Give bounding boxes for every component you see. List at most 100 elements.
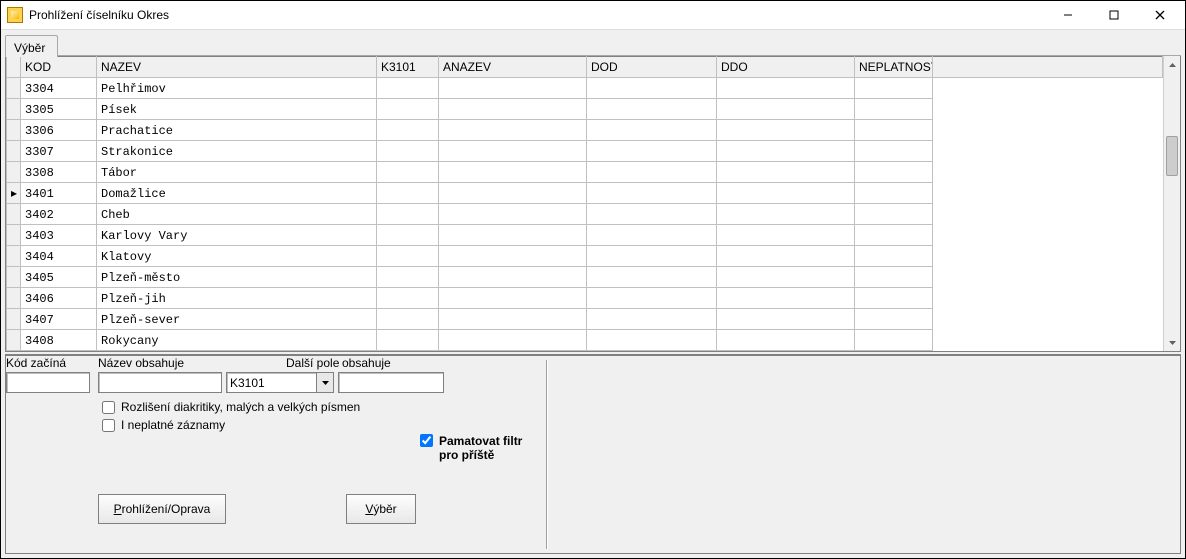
cell-neplatnost [855, 141, 933, 162]
cell-neplatnost [855, 204, 933, 225]
checkbox-pamatovat-box[interactable] [420, 434, 433, 447]
col-kod[interactable]: KOD [21, 57, 97, 78]
table-row[interactable]: 3405Plzeň-město [7, 267, 1163, 288]
table-row[interactable]: ▸3401Domažlice [7, 183, 1163, 204]
table-row[interactable]: 3404Klatovy [7, 246, 1163, 267]
cell-k3101 [377, 204, 439, 225]
close-button[interactable] [1137, 1, 1183, 29]
cell-anazev [439, 162, 587, 183]
cell-nazev: Písek [97, 99, 377, 120]
checkbox-neplatne-box[interactable] [102, 419, 115, 432]
cell-nazev: Cheb [97, 204, 377, 225]
table-row[interactable]: 3408Rokycany [7, 330, 1163, 351]
nazev-obsahuje-input[interactable] [98, 372, 222, 393]
cell-nazev: Pelhřimov [97, 78, 377, 99]
cell-k3101 [377, 78, 439, 99]
col-dod[interactable]: DOD [587, 57, 717, 78]
col-neplatnost[interactable]: NEPLATNOST [855, 57, 933, 78]
cell-neplatnost [855, 267, 933, 288]
cell-ddo [717, 225, 855, 246]
cell-neplatnost [855, 330, 933, 351]
cell-ddo [717, 330, 855, 351]
cell-k3101 [377, 183, 439, 204]
cell-ddo [717, 141, 855, 162]
cell-neplatnost [855, 162, 933, 183]
col-nazev[interactable]: NAZEV [97, 57, 377, 78]
dalsi-pole-select[interactable]: K3101 [226, 372, 334, 393]
cell-ddo [717, 309, 855, 330]
vyber-button[interactable]: Výběr [346, 494, 416, 524]
cell-anazev [439, 267, 587, 288]
row-indicator [7, 162, 21, 183]
cell-filler [933, 183, 1163, 204]
cell-nazev: Prachatice [97, 120, 377, 141]
cell-filler [933, 120, 1163, 141]
kod-zacina-input[interactable] [6, 372, 90, 393]
cell-ddo [717, 183, 855, 204]
cell-ddo [717, 99, 855, 120]
cell-nazev: Klatovy [97, 246, 377, 267]
scroll-thumb[interactable] [1166, 136, 1178, 176]
table-row[interactable]: 3305Písek [7, 99, 1163, 120]
cell-neplatnost [855, 78, 933, 99]
label-nazev-obsahuje: Název obsahuje [98, 356, 184, 370]
cell-ddo [717, 204, 855, 225]
cell-anazev [439, 204, 587, 225]
cell-neplatnost [855, 183, 933, 204]
cell-filler [933, 246, 1163, 267]
filter-panel: Kód začíná Název obsahuje Další pole obs… [5, 354, 1181, 554]
cell-nazev: Rokycany [97, 330, 377, 351]
col-ddo[interactable]: DDO [717, 57, 855, 78]
cell-kod: 3402 [21, 204, 97, 225]
cell-k3101 [377, 267, 439, 288]
table-row[interactable]: 3407Plzeň-sever [7, 309, 1163, 330]
chevron-down-icon[interactable] [316, 373, 333, 392]
col-k3101[interactable]: K3101 [377, 57, 439, 78]
obsahuje-input[interactable] [338, 372, 444, 393]
cell-anazev [439, 141, 587, 162]
checkbox-neplatne[interactable]: I neplatné záznamy [102, 418, 225, 432]
label-kod-zacina: Kód začíná [6, 356, 66, 370]
cell-dod [587, 246, 717, 267]
cell-nazev: Tábor [97, 162, 377, 183]
table-row[interactable]: 3307Strakonice [7, 141, 1163, 162]
cell-anazev [439, 183, 587, 204]
table-row[interactable]: 3402Cheb [7, 204, 1163, 225]
scroll-up-icon[interactable] [1164, 56, 1180, 73]
table-row[interactable]: 3306Prachatice [7, 120, 1163, 141]
row-indicator [7, 78, 21, 99]
vyber-label: ýběr [373, 502, 396, 516]
grid-corner [7, 57, 21, 78]
table-row[interactable]: 3308Tábor [7, 162, 1163, 183]
checkbox-diakritika[interactable]: Rozlišení diakritiky, malých a velkých p… [102, 400, 360, 414]
cell-filler [933, 330, 1163, 351]
scroll-down-icon[interactable] [1164, 334, 1180, 351]
window-title: Prohlížení číselníku Okres [29, 8, 1045, 22]
data-grid[interactable]: KOD NAZEV K3101 ANAZEV DOD DDO NEPLATNOS… [5, 56, 1181, 352]
row-indicator [7, 120, 21, 141]
cell-k3101 [377, 141, 439, 162]
cell-dod [587, 225, 717, 246]
row-indicator [7, 330, 21, 351]
prohlizeni-button[interactable]: Prohlížení/Oprava [98, 494, 226, 524]
table-row[interactable]: 3304Pelhřimov [7, 78, 1163, 99]
vertical-scrollbar[interactable] [1163, 56, 1180, 351]
checkbox-pamatovat-label: Pamatovat filtr pro příště [439, 434, 522, 462]
label-obsahuje: obsahuje [342, 356, 391, 370]
table-row[interactable]: 3406Plzeň-jih [7, 288, 1163, 309]
cell-ddo [717, 78, 855, 99]
col-anazev[interactable]: ANAZEV [439, 57, 587, 78]
cell-kod: 3307 [21, 141, 97, 162]
cell-kod: 3408 [21, 330, 97, 351]
maximize-button[interactable] [1091, 1, 1137, 29]
minimize-button[interactable] [1045, 1, 1091, 29]
checkbox-pamatovat[interactable]: Pamatovat filtr pro příště [420, 434, 522, 462]
table-row[interactable]: 3403Karlovy Vary [7, 225, 1163, 246]
checkbox-diakritika-box[interactable] [102, 401, 115, 414]
tab-vyber[interactable]: Výběr [5, 35, 58, 57]
cell-ddo [717, 120, 855, 141]
cell-k3101 [377, 99, 439, 120]
cell-kod: 3304 [21, 78, 97, 99]
cell-filler [933, 225, 1163, 246]
cell-nazev: Domažlice [97, 183, 377, 204]
